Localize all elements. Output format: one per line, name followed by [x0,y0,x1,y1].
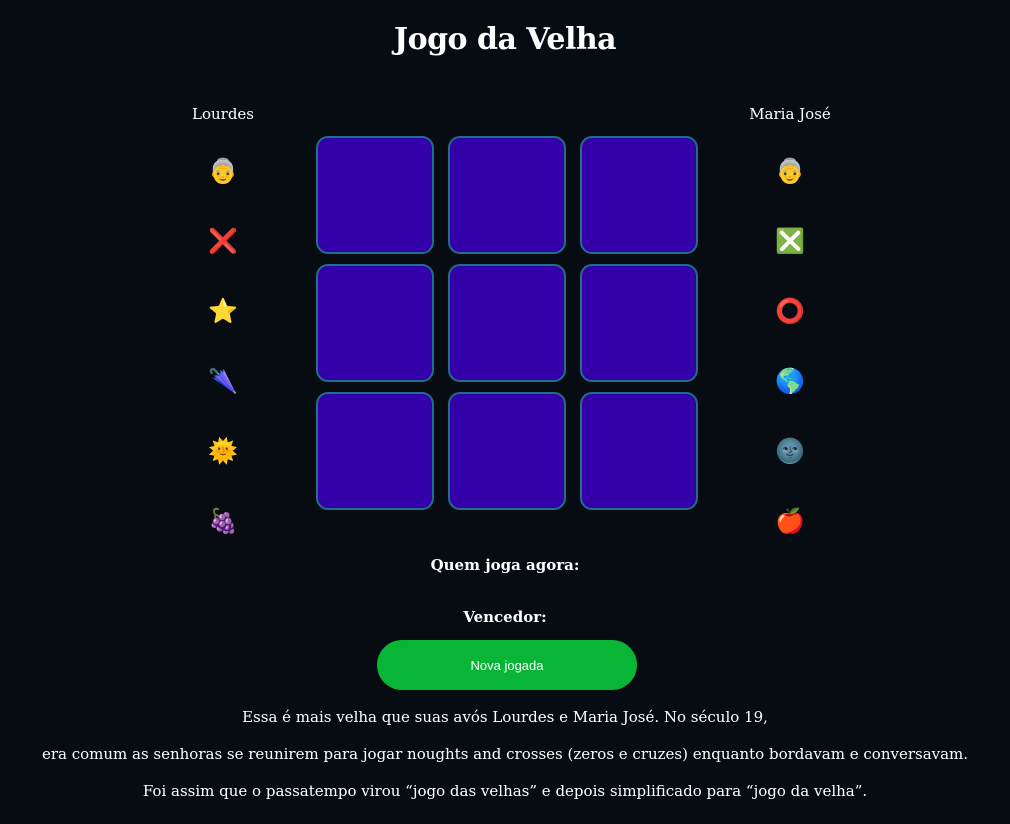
cross-mark-icon[interactable]: ❌ [203,221,243,261]
board-cell-4[interactable] [316,264,434,382]
sun-with-face-icon[interactable]: 🌞 [203,431,243,471]
board-cell-3[interactable] [580,136,698,254]
player-panel-lourdes: Lourdes 👵 ❌ ⭐ 🌂 🌞 🍇 [143,100,303,571]
game-board [316,136,698,510]
globe-icon[interactable]: 🌎 [770,361,810,401]
star-icon[interactable]: ⭐ [203,291,243,331]
board-cell-1[interactable] [316,136,434,254]
board-cell-2[interactable] [448,136,566,254]
board-cell-8[interactable] [448,392,566,510]
closed-umbrella-icon[interactable]: 🌂 [203,361,243,401]
board-cell-6[interactable] [580,264,698,382]
current-player-status: Quem joga agora: [430,556,580,574]
board-cell-9[interactable] [580,392,698,510]
old-woman-icon[interactable]: 👵 [770,151,810,191]
player-name: Maria José [749,105,831,123]
winner-status: Vencedor: [463,608,547,626]
emoji-picker: 👵 ❌ ⭐ 🌂 🌞 🍇 [143,151,303,571]
story-line: era comum as senhoras se reunirem para j… [41,745,969,763]
new-moon-face-icon[interactable]: 🌚 [770,431,810,471]
player-name: Lourdes [192,105,254,123]
hollow-circle-icon[interactable]: ⭕ [770,291,810,331]
cross-mark-button-icon[interactable]: ❎ [770,221,810,261]
board-cell-5[interactable] [448,264,566,382]
grapes-icon[interactable]: 🍇 [203,501,243,541]
emoji-picker: 👵 ❎ ⭕ 🌎 🌚 🍎 [710,151,870,571]
story-line: Foi assim que o passatempo virou “jogo d… [142,782,868,800]
red-apple-icon[interactable]: 🍎 [770,501,810,541]
board-cell-7[interactable] [316,392,434,510]
old-woman-icon[interactable]: 👵 [203,151,243,191]
player-panel-maria-jose: Maria José 👵 ❎ ⭕ 🌎 🌚 🍎 [710,100,870,571]
story-line: Essa é mais velha que suas avós Lourdes … [242,708,768,726]
new-game-button[interactable]: Nova jogada [377,640,637,690]
page-title: Jogo da Velha [393,22,617,57]
